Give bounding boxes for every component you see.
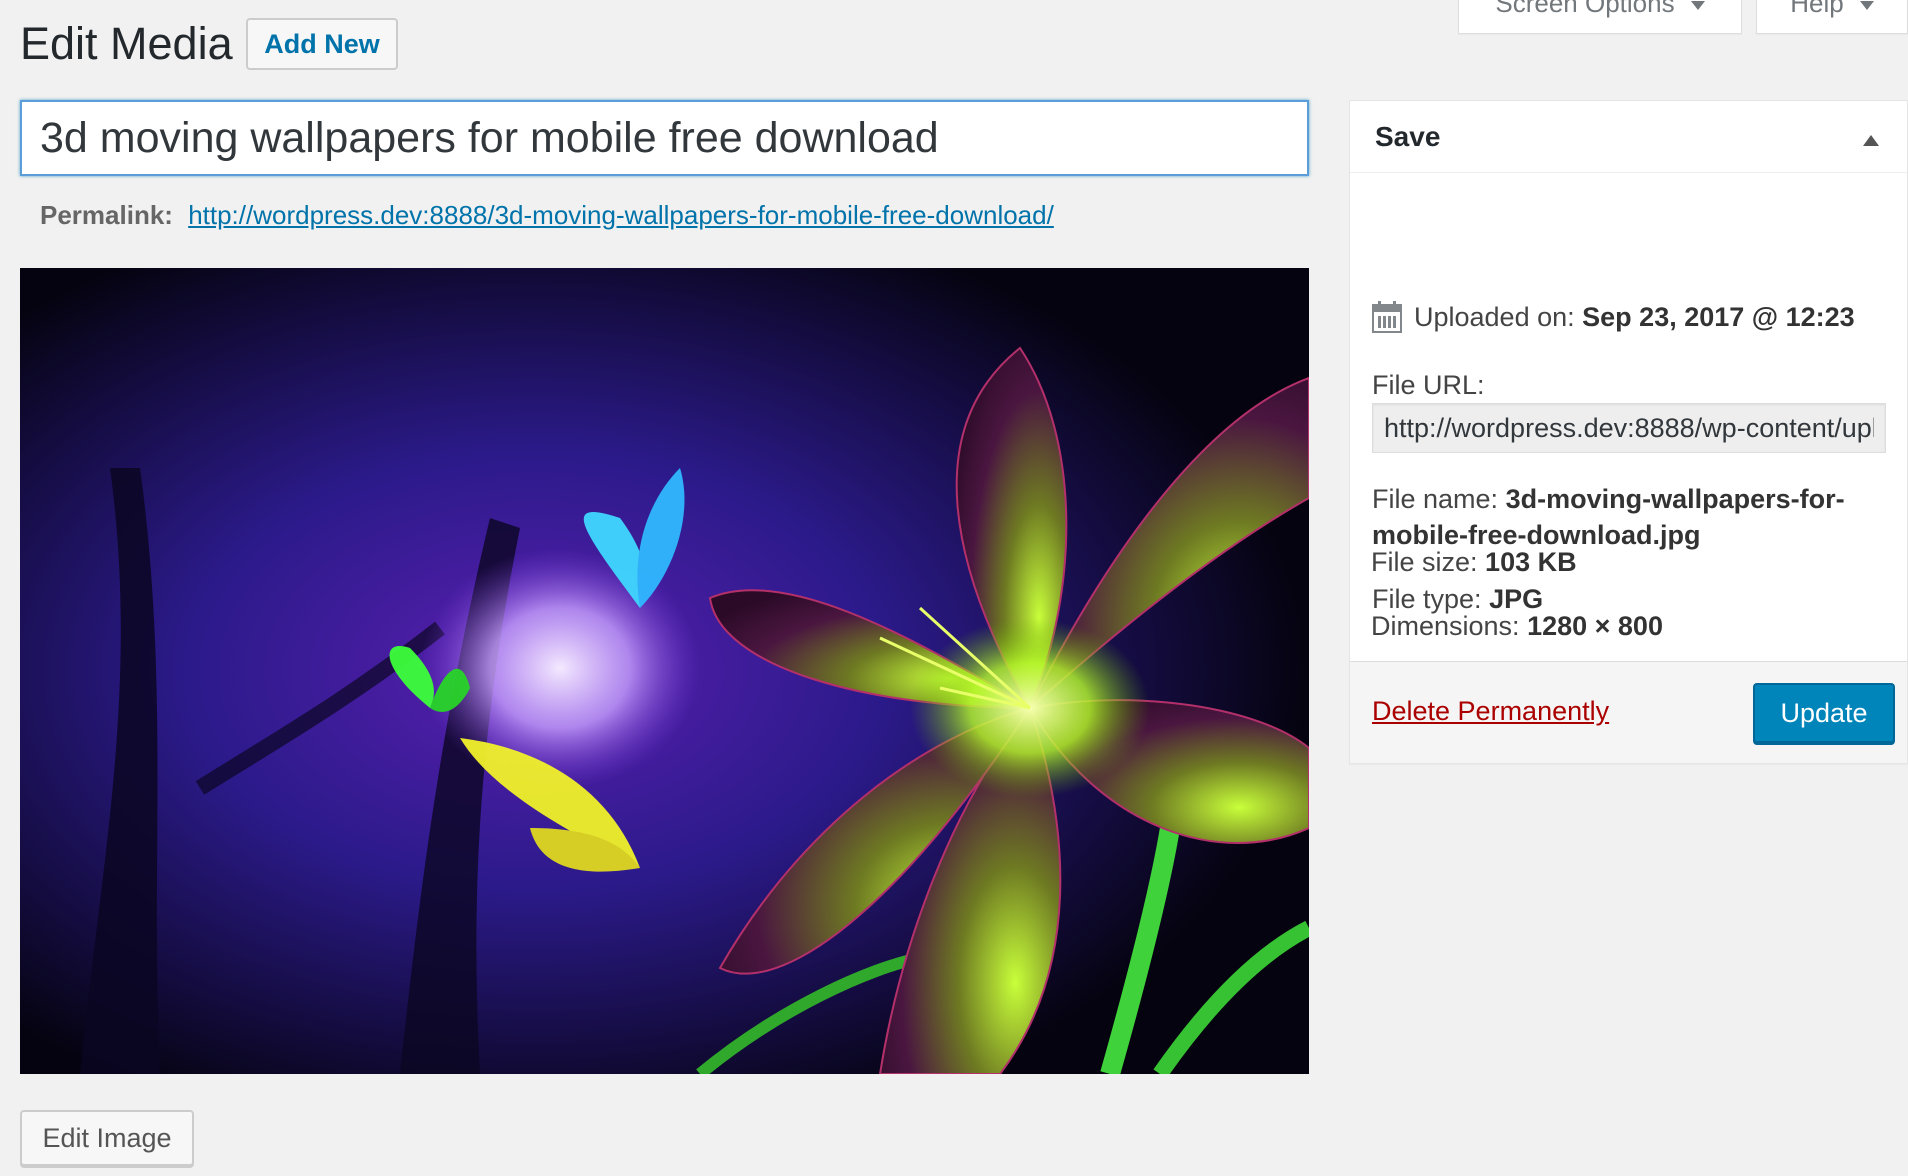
file-url-label: File URL:: [1372, 370, 1485, 400]
help-label: Help: [1790, 0, 1844, 18]
title-input[interactable]: [20, 100, 1309, 176]
dimensions-label: Dimensions:: [1371, 611, 1520, 641]
save-box-header[interactable]: Save: [1350, 101, 1907, 173]
file-name-value-line1: 3d-moving-wallpapers-for-: [1505, 484, 1845, 514]
delete-permanently-link[interactable]: Delete Permanently: [1372, 696, 1609, 727]
chevron-down-icon: [1859, 1, 1874, 10]
update-button[interactable]: Update: [1753, 683, 1895, 743]
uploaded-on: Uploaded on: Sep 23, 2017 @ 12:23: [1414, 299, 1855, 335]
file-size-value: 103 KB: [1485, 547, 1577, 577]
permalink-label: Permalink:: [40, 200, 173, 230]
collapse-toggle-icon[interactable]: [1863, 135, 1879, 146]
major-publishing-actions: Delete Permanently Update: [1350, 661, 1907, 763]
help-button[interactable]: Help: [1756, 0, 1908, 34]
file-url-field[interactable]: [1372, 403, 1886, 453]
file-name-label: File name:: [1372, 484, 1499, 514]
page-title: Edit Media: [20, 18, 233, 69]
chevron-down-icon: [1690, 1, 1705, 10]
permalink-link[interactable]: http://wordpress.dev:8888/3d-moving-wall…: [188, 200, 1054, 230]
screen-options-label: Screen Options: [1495, 0, 1675, 18]
screen-options-button[interactable]: Screen Options: [1458, 0, 1742, 34]
dimensions-value: 1280 × 800: [1527, 611, 1663, 641]
save-box: Save Uploaded on: Sep 23, 2017 @ 12:23 F…: [1349, 100, 1908, 764]
file-size: File size: 103 KB: [1371, 544, 1577, 580]
wallpaper-illustration: [20, 268, 1309, 1074]
dimensions: Dimensions: 1280 × 800: [1371, 608, 1663, 644]
uploaded-on-value: Sep 23, 2017 @ 12:23: [1582, 302, 1855, 332]
calendar-icon: [1372, 301, 1402, 333]
save-box-title: Save: [1375, 121, 1441, 152]
media-image: [20, 268, 1309, 1074]
edit-image-button[interactable]: Edit Image: [20, 1110, 194, 1166]
add-new-button[interactable]: Add New: [246, 18, 398, 70]
uploaded-on-label: Uploaded on:: [1414, 302, 1575, 332]
permalink: Permalink: http://wordpress.dev:8888/3d-…: [40, 200, 1054, 231]
file-size-label: File size:: [1371, 547, 1478, 577]
file-name: File name: 3d-moving-wallpapers-for- mob…: [1372, 481, 1845, 553]
